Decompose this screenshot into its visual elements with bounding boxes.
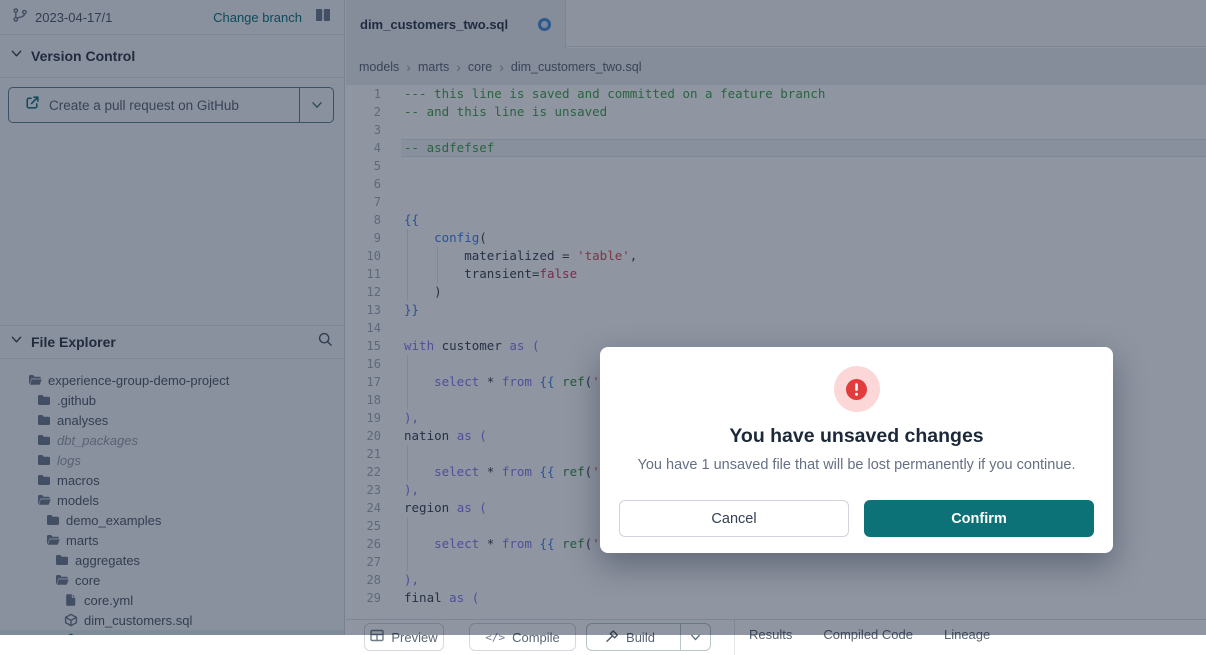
dialog-title: You have unsaved changes	[600, 425, 1113, 448]
confirm-button[interactable]: Confirm	[864, 500, 1094, 537]
dialog-actions: Cancel Confirm	[619, 500, 1094, 537]
alert-icon	[834, 366, 880, 412]
cancel-button[interactable]: Cancel	[619, 500, 849, 537]
dialog-body: You have 1 unsaved file that will be los…	[600, 457, 1113, 473]
unsaved-changes-dialog: You have unsaved changes You have 1 unsa…	[600, 347, 1113, 553]
